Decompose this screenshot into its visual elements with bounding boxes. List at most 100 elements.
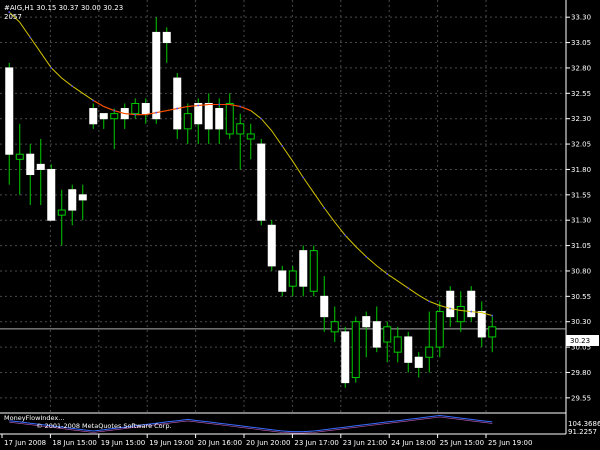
time-tick-label: 24 Jun 18:00 [391,439,435,447]
candle-body[interactable] [15,153,24,160]
candle-body[interactable] [477,311,486,338]
candle-body[interactable] [341,331,350,384]
price-chart[interactable]: 33.30 33.05 32.80 32.55 32.30 32.05 31.80 31.55… [0,0,600,450]
ma-dot [218,103,221,106]
price-tick-label: 32.30 [571,115,591,123]
candle-body[interactable] [26,153,35,176]
candle-body[interactable] [404,336,413,363]
ma-dot [92,99,95,102]
candle-body[interactable] [309,250,318,292]
copyright-text: © 2001-2008 MetaQuotes Software Corp. [36,422,172,430]
indicator-axis-bottom: 91.2257 [568,428,597,436]
candle-body[interactable] [152,31,161,120]
candle-body[interactable] [288,270,297,287]
time-tick-label: 18 Jun 15:00 [52,439,96,447]
candle-body[interactable] [57,209,66,216]
candle-body[interactable] [131,102,140,115]
candle-body[interactable] [330,321,339,333]
ma-dot [50,67,53,69]
ma-dot [428,300,431,303]
candle-body[interactable] [215,108,224,130]
candle-body[interactable] [68,189,77,211]
price-tick-label: 30.55 [571,293,591,301]
ma-dot [29,36,32,39]
price-tick-label: 32.05 [571,141,591,149]
candle-body[interactable] [257,143,266,221]
time-tick-label: 20 Jun 20:00 [246,439,290,447]
price-tick-label: 33.30 [571,14,591,22]
time-tick-label: 25 Jun 19:00 [488,439,532,447]
candle-body[interactable] [267,224,276,267]
candle-body[interactable] [5,67,14,155]
indicator-axis-top: 104.3686 [568,420,600,428]
candle-body[interactable] [204,102,213,130]
ma-dot [302,176,305,179]
time-tick-label: 25 Jun 15:00 [440,439,484,447]
ma-dot [491,314,494,317]
ma-dot [470,310,473,313]
candle-body[interactable] [435,311,444,348]
candle-body[interactable] [194,102,203,125]
ma-dot [197,104,200,107]
ma-dot [407,287,410,290]
candle-body[interactable] [246,133,255,140]
ma-dot [176,107,179,110]
price-tick-label: 31.05 [571,242,591,250]
price-tick-label: 29.80 [571,369,591,377]
candle-body[interactable] [351,321,360,379]
ma-dot [71,85,74,88]
ma-dot [344,234,347,237]
time-tick-label: 20 Jun 16:00 [198,439,242,447]
symbol-header: #AIG,H1 30.15 30.37 30.00 30.23 [4,4,123,12]
candle-body[interactable] [425,346,434,358]
price-tick-label: 30.30 [571,318,591,326]
candle-body[interactable] [89,108,98,125]
indicator-label: MoneyFlowIndex... [4,414,64,422]
price-tick-label: 30.80 [571,267,591,275]
time-tick-label: 23 Jun 21:00 [343,439,387,447]
candle-body[interactable] [320,295,329,318]
ma-dot [239,105,242,108]
candle-body[interactable] [162,31,171,44]
price-tick-label: 32.80 [571,64,591,72]
candle-body[interactable] [467,290,476,318]
ma-dot [365,255,368,258]
candle-body[interactable] [278,270,287,292]
ma-dot [386,273,389,275]
price-tick-label: 33.05 [571,39,591,47]
ma-dot [449,307,452,310]
candle-body[interactable] [456,305,465,323]
candle-body[interactable] [236,123,245,135]
time-tick-label: 23 Jun 17:00 [294,439,338,447]
price-tick-label: 32.55 [571,90,591,98]
candle-body[interactable] [225,102,234,135]
candle-body[interactable] [36,163,45,170]
candle-body[interactable] [383,326,392,343]
current-price-badge-label: 30.23 [570,337,590,345]
time-tick-label: 19 Jun 15:00 [101,439,145,447]
candle-body[interactable] [393,336,402,353]
ma-dot [113,109,116,112]
candle-body[interactable] [141,102,150,115]
candle-body[interactable] [362,316,371,328]
candle-body[interactable] [78,194,87,201]
price-tick-label: 31.30 [571,217,591,225]
header-subline: 2057 [4,13,22,21]
ma-dot [260,117,263,120]
candle-body[interactable] [183,113,192,130]
time-tick-label: 17 Jun 2008 [4,439,46,447]
ma-dot [323,207,326,209]
candle-body[interactable] [110,113,119,120]
ma-dot [155,111,158,114]
ma-dot [134,113,137,116]
price-tick-label: 29.55 [571,394,591,402]
candle-body[interactable] [446,290,455,318]
candle-body[interactable] [414,356,423,368]
candle-body[interactable] [299,250,308,287]
candle-body[interactable] [488,326,497,338]
candle-body[interactable] [173,77,182,130]
price-tick-label: 31.55 [571,191,591,199]
candle-body[interactable] [99,113,108,120]
candle-body[interactable] [372,321,381,348]
candle-body[interactable] [47,168,56,221]
